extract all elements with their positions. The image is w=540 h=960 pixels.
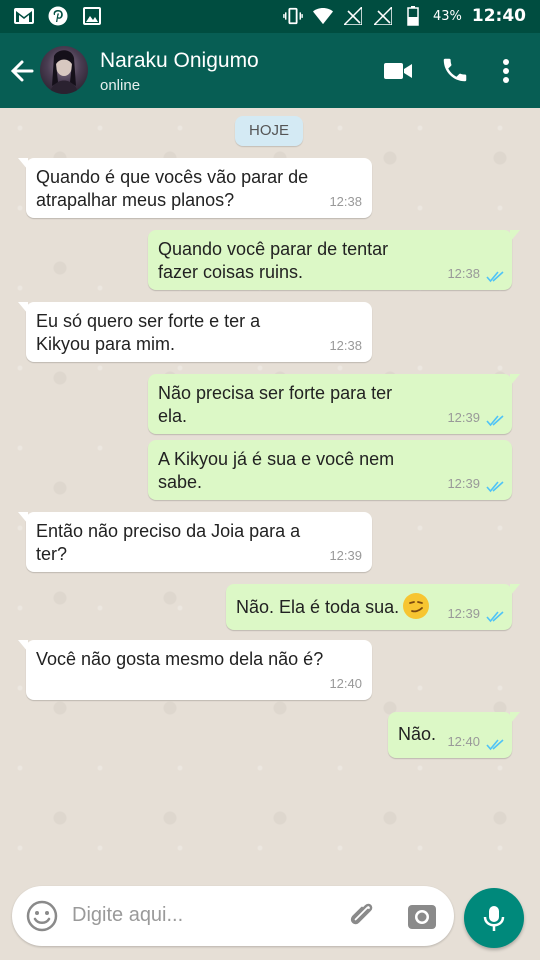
message-text: A Kikyou já é sua e você nem sabe. [158, 449, 395, 492]
camera-icon[interactable] [406, 900, 438, 932]
chat-header: Naraku Onigumo online [0, 33, 540, 108]
message-text: Eu só quero ser forte e ter a Kikyou par… [36, 311, 261, 354]
message-text: Não. Ela é toda sua. [236, 596, 400, 617]
message-outgoing[interactable]: Não. Ela é toda sua. 12:39 [226, 584, 520, 630]
message-text: Então não preciso da Joia para a ter? [36, 521, 301, 564]
message-outgoing[interactable]: Quando você parar de tentar fazer coisas… [148, 230, 520, 290]
wifi-icon [312, 6, 333, 26]
message-text: Não precisa ser forte para ter ela. [158, 383, 393, 426]
mic-icon [483, 906, 505, 931]
read-ticks-icon [486, 415, 504, 427]
message-text: Quando é que vocês vão parar de atrapalh… [36, 167, 309, 210]
attach-icon[interactable] [346, 900, 378, 932]
bubble-tail [510, 374, 520, 386]
contact-status: online [100, 77, 141, 94]
message-text: Você não gosta mesmo dela não é? [36, 649, 324, 669]
message-time: 12:40 [447, 734, 480, 749]
video-call-icon[interactable] [382, 55, 414, 87]
signal-off-icon-2 [373, 6, 393, 26]
battery-percent: 43% [432, 8, 462, 24]
gmail-icon [14, 6, 34, 26]
message-input[interactable]: Digite aqui... [72, 904, 183, 927]
message-time: 12:39 [447, 410, 480, 425]
message-outgoing[interactable]: Não. 12:40 [388, 712, 520, 758]
back-arrow-icon[interactable] [8, 57, 38, 85]
bubble-tail [18, 302, 28, 314]
phone-icon[interactable] [440, 55, 472, 87]
status-bar: 43% 12:40 [0, 0, 540, 33]
message-text: Quando você parar de tentar fazer coisas… [158, 239, 389, 282]
avatar[interactable] [40, 46, 88, 94]
message-incoming[interactable]: Então não preciso da Joia para a ter? 12… [18, 512, 372, 572]
message-incoming[interactable]: Quando é que vocês vão parar de atrapalh… [18, 158, 372, 218]
smirking-face-emoji-icon [403, 593, 430, 619]
message-outgoing[interactable]: A Kikyou já é sua e você nem sabe. 12:39 [148, 440, 512, 500]
emoji-icon[interactable] [26, 900, 58, 932]
message-text: Não. [398, 724, 437, 744]
pinterest-icon [48, 6, 68, 26]
bubble-tail [18, 158, 28, 170]
message-incoming[interactable]: Eu só quero ser forte e ter a Kikyou par… [18, 302, 372, 362]
message-time: 12:40 [329, 676, 362, 691]
battery-icon [403, 6, 423, 26]
chat-area[interactable]: HOJE Quando é que vocês vão parar de atr… [0, 108, 540, 960]
message-time: 12:38 [447, 266, 480, 281]
status-time: 12:40 [471, 6, 526, 26]
date-separator: HOJE [235, 116, 303, 146]
signal-off-icon [343, 6, 363, 26]
message-composer[interactable]: Digite aqui... [12, 886, 454, 946]
message-incoming[interactable]: Você não gosta mesmo dela não é? 12:40 [18, 640, 372, 700]
bubble-tail [510, 712, 520, 724]
read-ticks-icon [486, 739, 504, 751]
image-icon [82, 6, 102, 26]
bubble-tail [18, 512, 28, 524]
read-ticks-icon [486, 481, 504, 493]
message-time: 12:39 [329, 548, 362, 563]
mic-button[interactable] [464, 888, 524, 948]
bubble-tail [510, 584, 520, 596]
bubble-tail [18, 640, 28, 652]
vibrate-icon [283, 6, 303, 26]
message-time: 12:39 [447, 476, 480, 491]
message-time: 12:38 [329, 194, 362, 209]
contact-name[interactable]: Naraku Onigumo [100, 49, 259, 73]
message-time: 12:39 [447, 606, 480, 621]
message-time: 12:38 [329, 338, 362, 353]
bubble-tail [510, 230, 520, 242]
read-ticks-icon [486, 271, 504, 283]
message-outgoing[interactable]: Não precisa ser forte para ter ela. 12:3… [148, 374, 520, 434]
read-ticks-icon [486, 611, 504, 623]
more-vert-icon[interactable] [494, 55, 526, 87]
